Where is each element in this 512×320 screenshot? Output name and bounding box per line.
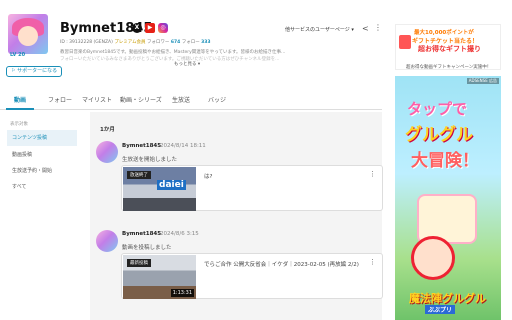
- gift-box-icon: [399, 35, 411, 49]
- show-more-link[interactable]: もっと見る ▾: [174, 61, 200, 67]
- filter-all[interactable]: すべて: [7, 179, 77, 195]
- following-label: フォロー: [181, 40, 200, 45]
- filter-live-schedule[interactable]: 生放送予約・開始: [7, 163, 77, 179]
- post-text: 生放送を開始しました: [122, 157, 178, 163]
- other-services-label: 他サービスのユーザーページ: [285, 27, 350, 33]
- followers-label: フォロワー: [146, 40, 170, 45]
- tab-mylist[interactable]: マイリスト: [82, 95, 112, 104]
- live-title[interactable]: は?: [204, 172, 212, 180]
- tab-follow[interactable]: フォロー: [48, 95, 72, 104]
- avatar[interactable]: [8, 14, 48, 54]
- new-post-badge: 最新投稿: [127, 259, 151, 267]
- gift-ad-line-1: 最大10,000ポイントが: [414, 30, 474, 36]
- filter-video-posts[interactable]: 動画投稿: [7, 147, 77, 163]
- tab-live[interactable]: 生放送: [172, 95, 190, 104]
- card-menu-icon[interactable]: ⋮: [369, 258, 376, 266]
- level-badge: LV 20: [10, 52, 26, 58]
- character-illustration: [411, 236, 455, 280]
- filter-heading: 表示対象: [10, 122, 28, 127]
- instagram-icon[interactable]: ◎: [158, 23, 168, 33]
- tab-feed[interactable]: 動画: [14, 95, 26, 104]
- post-author[interactable]: Bymnet1845: [122, 231, 161, 237]
- description-line-1: 教習日音楽のBymnet1845です。動画投稿やお絵描き、Mastery関連等を…: [60, 50, 286, 55]
- premium-badge: プレミアム会員: [114, 40, 146, 45]
- profile-page: LV 20 Bymnet1845 X ▶ ◎ ID : 39132228 (GE…: [0, 0, 512, 320]
- filter-content-posts[interactable]: コンテンツ投稿: [7, 130, 77, 146]
- tab-badges[interactable]: バッジ: [208, 95, 226, 104]
- more-options-icon[interactable]: ⋮: [374, 23, 382, 32]
- post-avatar[interactable]: [96, 230, 118, 252]
- avatar-face: [18, 26, 38, 46]
- followers-count[interactable]: 674: [171, 40, 180, 45]
- post-author[interactable]: Bymnet1845: [122, 143, 161, 149]
- x-icon[interactable]: X: [132, 23, 142, 33]
- video-duration: 1:13:31: [170, 289, 194, 297]
- post-avatar[interactable]: [96, 141, 118, 163]
- other-services-link[interactable]: 他サービスのユーザーページ ▾: [285, 26, 354, 33]
- profile-tabs: 動画 フォロー マイリスト 動画・シリーズ 生放送 バッジ: [0, 88, 382, 110]
- game-ad-banner[interactable]: ADSENSE 広告 タップで グルグル 大冒険！ 魔法陣グルグル ぶぶプリ: [395, 76, 501, 320]
- supporter-button[interactable]: ⚐ サポーターになる: [6, 66, 63, 77]
- video-thumbnail[interactable]: 最新投稿 1:13:31: [123, 255, 196, 299]
- game-ad-headline-3: 大冒険！: [411, 151, 479, 171]
- post-date: 2024/8/14 18:11: [160, 143, 206, 149]
- gift-ad-line-3: 超お得なギフト撮り: [418, 45, 481, 53]
- user-id: ID : 39132228 (GENZA): [60, 40, 113, 45]
- game-logo-sub: ぶぶプリ: [425, 305, 456, 314]
- tab-video-series[interactable]: 動画・シリーズ: [120, 95, 162, 104]
- video-title[interactable]: でらご合作 公開大反省会｜イケダ｜2023-02-05 (再放編 2/2): [204, 260, 359, 268]
- post-text: 動画を投稿しました: [122, 245, 172, 251]
- card-menu-icon[interactable]: ⋮: [369, 170, 376, 178]
- game-ad-headline-1: タップで: [407, 100, 468, 118]
- following-count[interactable]: 333: [201, 40, 210, 45]
- live-ended-badge: 放送終了: [127, 171, 151, 179]
- live-card[interactable]: 放送終了 daiei は? ⋮: [121, 165, 383, 211]
- supporter-button-label: サポーターになる: [17, 68, 58, 74]
- active-tab-indicator: [6, 108, 34, 110]
- live-thumbnail[interactable]: 放送終了 daiei: [123, 167, 196, 211]
- gift-ad-caption[interactable]: 超お得な動画ギフトキャンペーン実施中！: [406, 64, 491, 70]
- game-logo: 魔法陣グルグル: [409, 292, 486, 305]
- game-ad-headline-2: グルグル: [405, 125, 473, 145]
- user-meta: ID : 39132228 (GENZA) プレミアム会員 フォロワー 674 …: [60, 39, 211, 45]
- post-date: 2024/8/6 3:15: [160, 231, 199, 237]
- ad-label: ADSENSE 広告: [466, 78, 499, 84]
- youtube-icon[interactable]: ▶: [145, 23, 155, 33]
- video-card[interactable]: 最新投稿 1:13:31 でらご合作 公開大反省会｜イケダ｜2023-02-05…: [121, 253, 383, 299]
- feed-day-label: 1か月: [100, 127, 115, 133]
- show-more-label: もっと見る: [174, 62, 197, 67]
- thumbnail-brand-text: daiei: [157, 180, 186, 190]
- share-icon[interactable]: <: [362, 24, 369, 33]
